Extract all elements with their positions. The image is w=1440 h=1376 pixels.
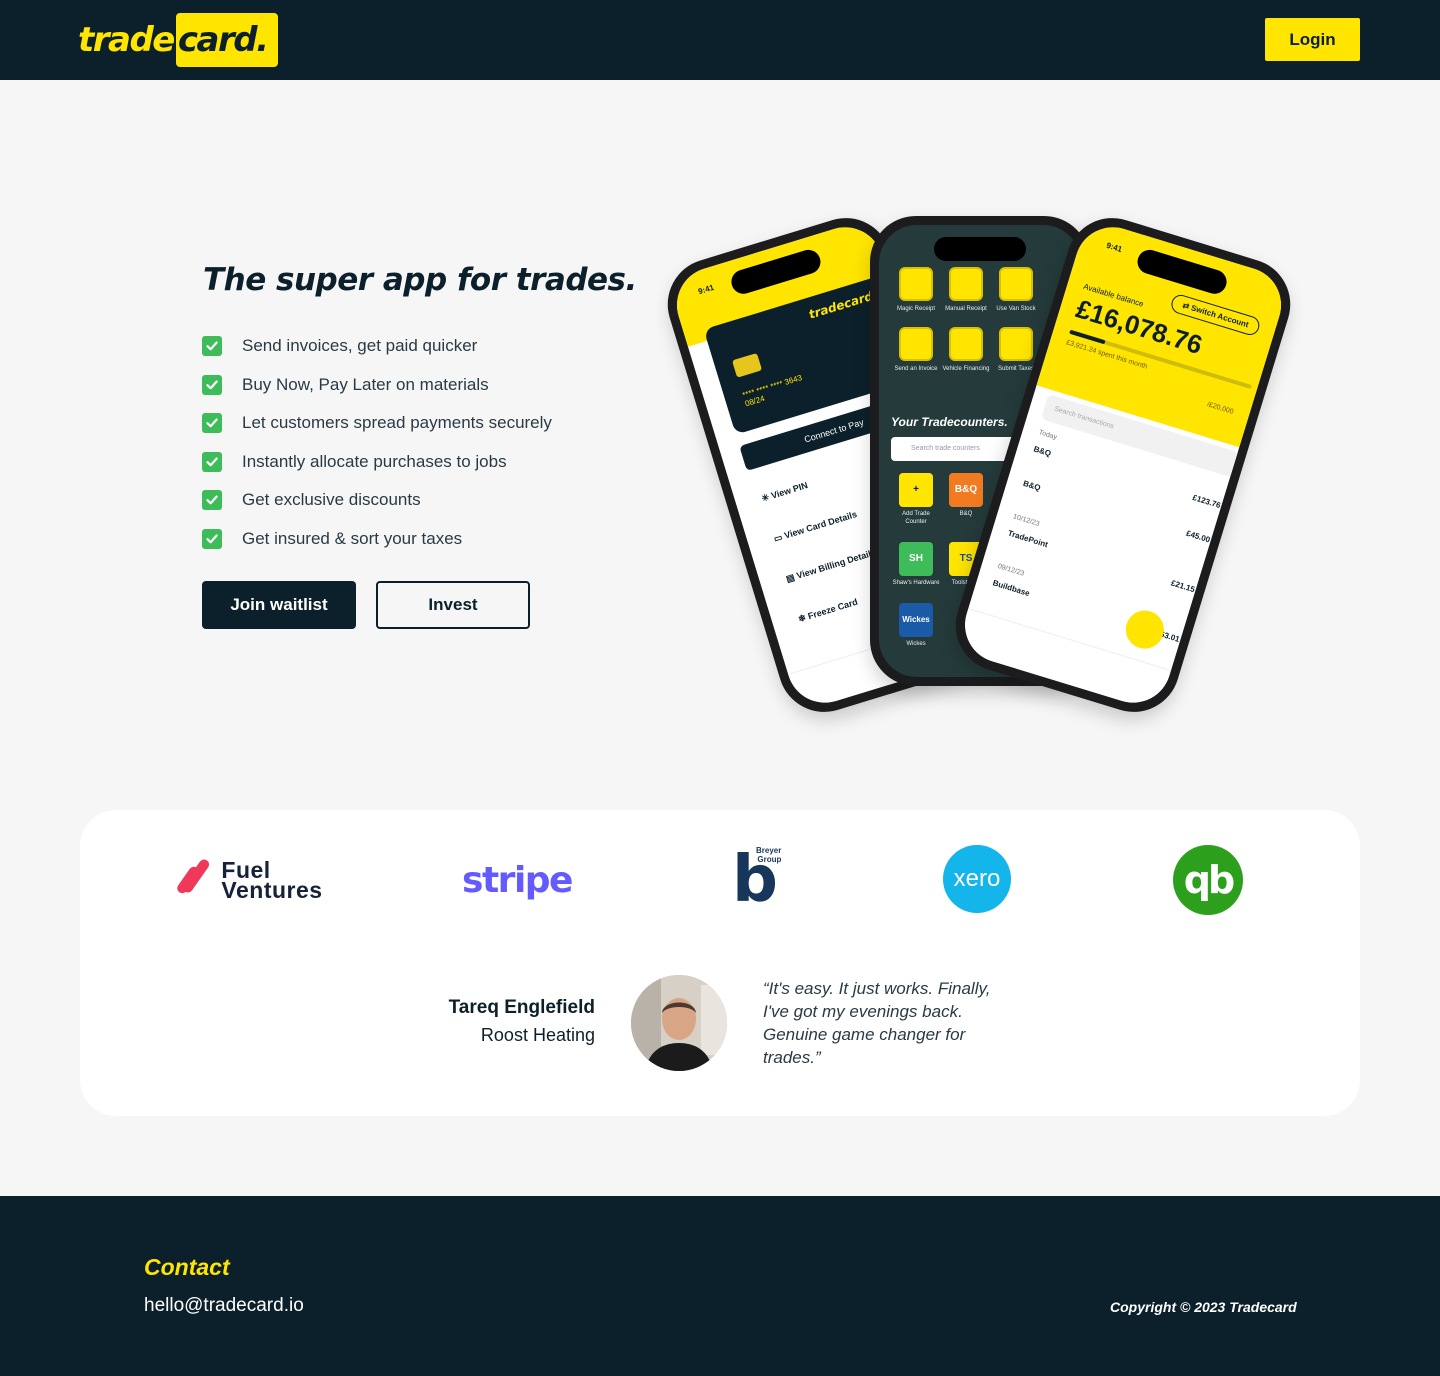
invest-button[interactable]: Invest (376, 581, 530, 629)
feature-text: Get insured & sort your taxes (242, 528, 463, 548)
fuel-ventures-logo[interactable]: Fuel Ventures (175, 840, 326, 920)
action-send-invoice[interactable]: Send an Invoice (891, 327, 941, 373)
testimonial-avatar (631, 975, 727, 1071)
stripe-logo[interactable]: stripe (462, 840, 573, 920)
feature-text: Send invoices, get paid quicker (242, 336, 478, 356)
site-header: trade card. Login (0, 0, 1440, 80)
shop-wickes[interactable]: Wickes Wickes (891, 603, 941, 648)
xero-logo[interactable]: xero (943, 845, 1011, 913)
partners-panel: Fuel Ventures stripe b Breyer Group xero q… (80, 810, 1360, 1116)
testimonial-quote: “It's easy. It just works. Finally, I've… (763, 979, 991, 1067)
card-chip-icon (731, 352, 763, 378)
breyer-group-logo[interactable]: b Breyer Group (720, 840, 790, 920)
quickbooks-logo[interactable]: qb (1173, 845, 1243, 915)
shop-add-trade-counter[interactable]: + Add Trade Counter (891, 473, 941, 526)
check-icon (202, 490, 222, 511)
check-icon (202, 528, 222, 549)
shop-shaws-hardware[interactable]: SH Shaw's Hardware (891, 542, 941, 587)
action-vehicle-financing[interactable]: Vehicle Financing (941, 327, 991, 373)
join-waitlist-button[interactable]: Join waitlist (202, 581, 356, 629)
feature-text: Instantly allocate purchases to jobs (242, 451, 507, 471)
feature-item: Instantly allocate purchases to jobs (202, 443, 552, 482)
feature-text: Buy Now, Pay Later on materials (242, 374, 489, 394)
feature-list: Send invoices, get paid quicker Buy Now,… (202, 327, 552, 558)
copyright: Copyright © 2023 Tradecard (1110, 1299, 1297, 1315)
quick-actions-grid: Magic Receipt Manual Receipt Use Van Sto… (891, 267, 1041, 373)
feature-text: Get exclusive discounts (242, 490, 421, 510)
contact-heading: Contact (144, 1254, 230, 1280)
site-footer: Contact hello@tradecard.io Copyright © 2… (0, 1196, 1440, 1376)
plus-icon: + (899, 473, 933, 507)
testimonial-name: Tareq Englefield (448, 997, 595, 1018)
spend-limit: /£20,000 (1206, 401, 1235, 416)
van-icon (999, 267, 1033, 301)
bq-logo: B&Q (949, 473, 983, 507)
feature-item: Get insured & sort your taxes (202, 520, 552, 559)
invoice-icon (899, 327, 933, 361)
check-icon (202, 336, 222, 357)
status-time: 9:41 (1105, 240, 1124, 255)
feature-item: Send invoices, get paid quicker (202, 327, 552, 366)
feature-item: Get exclusive discounts (202, 481, 552, 520)
wickes-logo: Wickes (899, 603, 933, 637)
coins-icon (999, 327, 1033, 361)
action-use-van-stock[interactable]: Use Van Stock (991, 267, 1041, 313)
dynamic-island (934, 237, 1026, 261)
fuel-ventures-mark (175, 855, 213, 905)
check-icon (202, 374, 222, 395)
app-phones-mockup: 9:41 tradecard. **** **** **** 3643 08/24… (656, 206, 1302, 724)
card-number: **** **** **** 3643 08/24 (741, 373, 804, 409)
check-icon (202, 451, 222, 472)
action-manual-receipt[interactable]: Manual Receipt (941, 267, 991, 313)
shaws-logo: SH (899, 542, 933, 576)
logo-text-card: card. (175, 13, 278, 67)
truck-icon (949, 327, 983, 361)
feature-item: Buy Now, Pay Later on materials (202, 366, 552, 405)
action-magic-receipt[interactable]: Magic Receipt (891, 267, 941, 313)
testimonial-company: Roost Heating (480, 1025, 595, 1045)
receipt-icon (949, 267, 983, 301)
tradecard-logo[interactable]: trade card. (78, 13, 278, 67)
contact-email-link[interactable]: hello@tradecard.io (144, 1295, 304, 1317)
check-icon (202, 413, 222, 434)
login-button[interactable]: Login (1265, 18, 1360, 61)
camera-icon (899, 267, 933, 301)
logo-text-trade: trade (78, 20, 175, 60)
feature-item: Let customers spread payments securely (202, 404, 552, 443)
hero-title: The super app for trades. (203, 262, 637, 298)
shop-bq[interactable]: B&Q B&Q (941, 473, 991, 526)
tradecounters-heading: Your Tradecounters. (891, 415, 1008, 429)
feature-text: Let customers spread payments securely (242, 413, 552, 433)
